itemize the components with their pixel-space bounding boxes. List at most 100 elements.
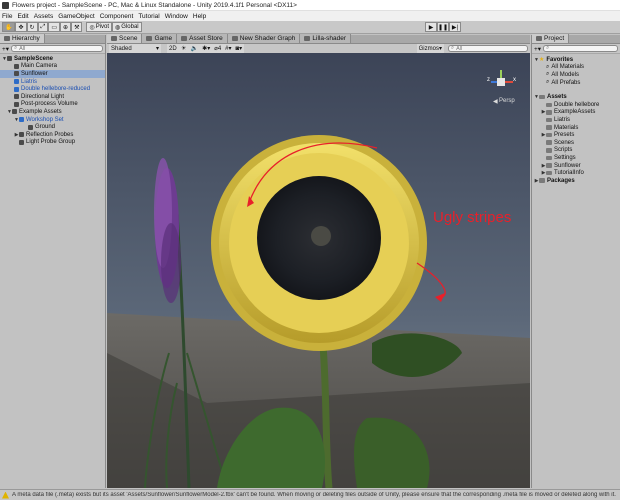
scene-search-placeholder: All <box>456 45 463 52</box>
menu-assets[interactable]: Assets <box>34 13 54 20</box>
scene-camera-button[interactable]: ◙ ▾ <box>233 43 245 54</box>
project-asset-label: Double hellebore <box>554 101 600 108</box>
title-bar: Flowers project - SampleScene - PC, Mac … <box>0 0 620 11</box>
project-favorite-label: All Models <box>551 71 580 78</box>
hierarchy-item-post-process-volume[interactable]: Post-process Volume <box>0 101 105 109</box>
toggle-2d-button[interactable]: 2D <box>167 43 179 54</box>
status-bar[interactable]: A meta data file (.meta) exists but its … <box>0 489 620 500</box>
hierarchy-item-light-probe-group[interactable]: Light Probe Group <box>0 139 105 147</box>
global-toggle[interactable]: ◍ Global <box>112 22 142 32</box>
shading-mode-dropdown[interactable]: Shaded ▾ <box>109 43 161 54</box>
hidden-objects-toggle[interactable]: ⌀ 4 <box>212 43 224 54</box>
effects-dropdown[interactable]: ✱ ▾ <box>200 43 213 54</box>
tab-hierarchy-label: Hierarchy <box>12 35 40 42</box>
hierarchy-item-label: Directional Light <box>21 93 65 100</box>
project-asset-folder[interactable]: ▶ Presets <box>532 131 620 139</box>
play-button[interactable]: ▶ <box>425 22 437 32</box>
hierarchy-item-reflection-probes[interactable]: ▶ Reflection Probes <box>0 131 105 139</box>
project-favorite-item[interactable]: ⌕ All Prefabs <box>532 79 620 87</box>
pause-icon: ❚❚ <box>437 24 449 31</box>
tab-game[interactable]: Game <box>142 34 178 43</box>
scene-tab-icon <box>111 36 117 41</box>
project-favorite-label: All Prefabs <box>551 79 581 86</box>
project-asset-folder[interactable]: ▶ TutorialInfo <box>532 169 620 177</box>
hierarchy-item-double-hellebore[interactable]: Double hellebore-reduced <box>0 85 105 93</box>
global-icon: ◍ <box>115 24 121 31</box>
project-asset-folder[interactable]: Materials <box>532 124 620 132</box>
menu-help[interactable]: Help <box>193 13 206 20</box>
sunflower-disc-center <box>311 226 331 246</box>
menu-edit[interactable]: Edit <box>17 13 28 20</box>
hierarchy-item-sunflower[interactable]: Sunflower <box>0 70 105 78</box>
hierarchy-item-workshop-set[interactable]: ▼ Workshop Set <box>0 116 105 124</box>
project-asset-folder[interactable]: Double hellebore <box>532 101 620 109</box>
project-asset-folder[interactable]: Scripts <box>532 147 620 155</box>
chevron-down-icon: ▾ <box>239 46 243 52</box>
folder-icon <box>539 94 545 100</box>
main-toolbar: ✋ ✥ ↻ ⤢ ▭ ⊕ ⚒ ◎ Pivot ◍ Global ▶ ❚❚ ▶| <box>0 21 620 34</box>
pause-button[interactable]: ❚❚ <box>437 22 449 32</box>
hierarchy-item-liatris[interactable]: Liatris <box>0 78 105 86</box>
search-icon: ⌕ <box>546 79 550 86</box>
move-tool-button[interactable]: ✥ <box>15 22 27 32</box>
hierarchy-item-example-assets[interactable]: ▼ Example Assets <box>0 108 105 116</box>
move-icon: ✥ <box>18 24 24 31</box>
custom-tool-button[interactable]: ⚒ <box>71 22 83 32</box>
project-favorites-header[interactable]: ▼ ★ Favorites <box>532 56 620 64</box>
rect-tool-button[interactable]: ▭ <box>48 22 61 32</box>
pivot-toggle[interactable]: ◎ Pivot <box>86 22 113 32</box>
hierarchy-item-directional-light[interactable]: Directional Light <box>0 93 105 101</box>
project-favorite-item[interactable]: ⌕ All Models <box>532 71 620 79</box>
hierarchy-item-samplescene[interactable]: ▼ SampleScene <box>0 55 105 63</box>
project-assets-header[interactable]: ▼ Assets <box>532 93 620 101</box>
menu-file[interactable]: File <box>2 13 12 20</box>
tab-asset-store[interactable]: Asset Store <box>177 34 228 43</box>
menu-gameobject[interactable]: GameObject <box>58 13 95 20</box>
scene-icon <box>7 56 12 62</box>
project-packages-header[interactable]: ▶ Packages <box>532 177 620 185</box>
project-asset-folder[interactable]: ▶ Sunflower <box>532 162 620 170</box>
tab-scene[interactable]: Scene <box>107 34 143 43</box>
tab-project[interactable]: Project <box>532 34 570 43</box>
project-create-button[interactable]: +▾ <box>534 45 541 53</box>
project-favorite-item[interactable]: ⌕ All Materials <box>532 64 620 72</box>
step-button[interactable]: ▶| <box>449 22 461 32</box>
rotate-tool-button[interactable]: ↻ <box>26 22 38 32</box>
project-asset-folder[interactable]: ▶ ExampleAssets <box>532 109 620 117</box>
gameobject-icon <box>19 132 24 138</box>
menu-tutorial[interactable]: Tutorial <box>138 13 159 20</box>
project-asset-folder[interactable]: Settings <box>532 154 620 162</box>
tab-new-shader-graph[interactable]: New Shader Graph <box>227 34 301 43</box>
hierarchy-item-main-camera[interactable]: Main Camera <box>0 63 105 71</box>
scene-viewport[interactable]: Ugly stripes x z ◀ Persp <box>107 53 530 488</box>
transform-tool-button[interactable]: ⊕ <box>60 22 72 32</box>
scale-tool-button[interactable]: ⤢ <box>37 22 49 32</box>
menu-window[interactable]: Window <box>165 13 188 20</box>
project-search-input[interactable]: ⌕ <box>543 45 618 52</box>
audio-toggle[interactable]: 🔈 <box>188 43 201 54</box>
hierarchy-item-ground[interactable]: Ground <box>0 123 105 131</box>
project-asset-label: Materials <box>554 124 579 131</box>
project-asset-folder[interactable]: Scenes <box>532 139 620 147</box>
step-icon: ▶| <box>451 24 459 31</box>
gameobject-icon <box>14 101 19 107</box>
hierarchy-search-input[interactable]: ⌕ All <box>11 45 103 52</box>
tab-lilla-shader[interactable]: Lilla-shader <box>300 34 351 43</box>
lighting-toggle[interactable]: ☀ <box>178 43 189 54</box>
menu-component[interactable]: Component <box>100 13 134 20</box>
grid-toggle[interactable]: # ▾ <box>223 43 234 54</box>
project-asset-folder[interactable]: Liatris <box>532 116 620 124</box>
gameobject-icon <box>19 139 24 145</box>
console-message: A meta data file (.meta) exists but its … <box>12 492 616 498</box>
orientation-gizmo[interactable]: x z ◀ Persp <box>487 70 517 114</box>
pivot-group: ◎ Pivot ◍ Global <box>86 22 142 32</box>
hierarchy-item-label: Main Camera <box>21 63 58 70</box>
hand-tool-button[interactable]: ✋ <box>2 22 16 32</box>
tab-hierarchy[interactable]: Hierarchy <box>0 34 45 43</box>
hierarchy-item-label: Post-process Volume <box>21 101 78 108</box>
create-button[interactable]: +▾ <box>2 45 9 53</box>
gizmos-dropdown[interactable]: Gizmos ▾ <box>416 43 444 54</box>
scene-search-input[interactable]: ⌕ All <box>448 45 528 52</box>
gizmo-cube <box>497 78 505 86</box>
hierarchy-tree: ▼ SampleScene Main Camera Sunflower Liat… <box>0 54 105 146</box>
